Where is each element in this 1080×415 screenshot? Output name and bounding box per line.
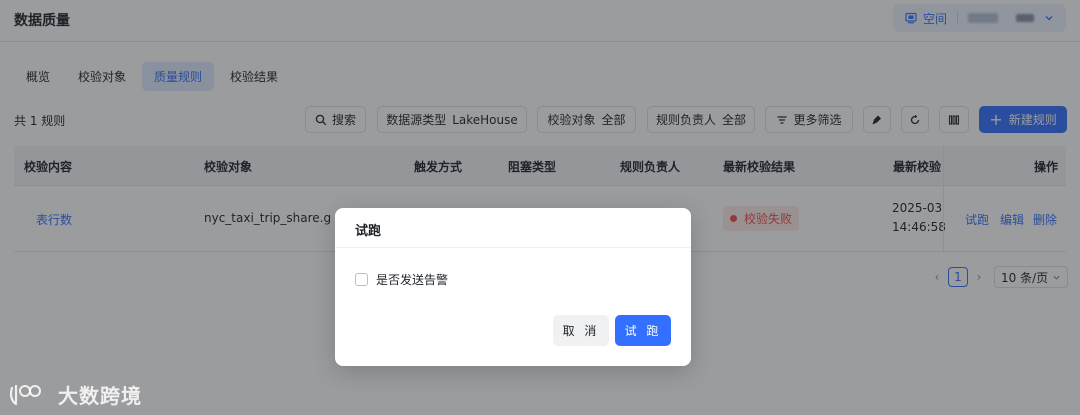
watermark-text: 大数跨境 — [58, 384, 142, 408]
dialog-body: 是否发送告警 — [355, 271, 448, 288]
trial-run-dialog: 试跑 是否发送告警 取 消 试 跑 — [335, 208, 691, 366]
run-button[interactable]: 试 跑 — [615, 315, 671, 346]
cancel-button[interactable]: 取 消 — [553, 315, 609, 346]
send-alert-label[interactable]: 是否发送告警 — [376, 271, 448, 288]
watermark: 大数跨境 — [8, 380, 142, 409]
send-alert-checkbox[interactable] — [355, 273, 368, 286]
watermark-logo-icon — [9, 384, 41, 405]
dialog-title: 试跑 — [335, 208, 691, 248]
